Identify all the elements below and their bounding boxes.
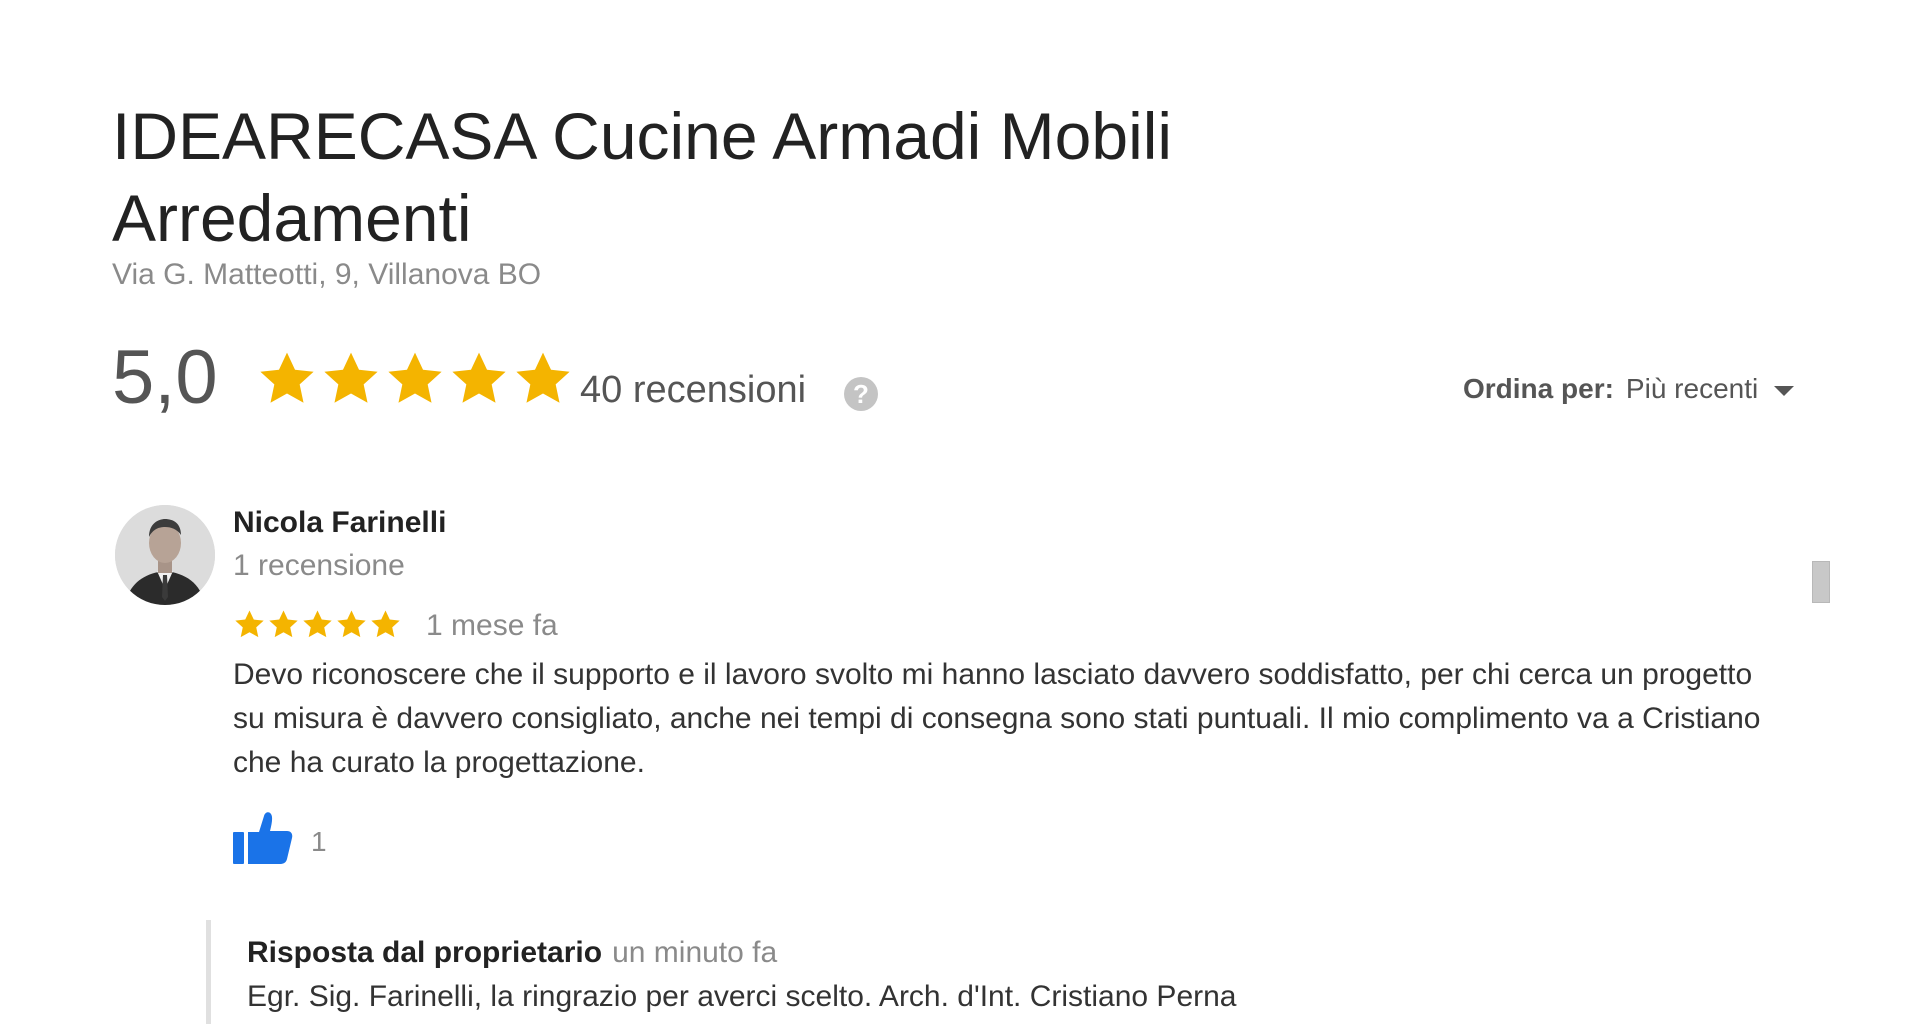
star-icon [303,610,332,638]
review-time: 1 mese fa [426,609,558,642]
person-photo-icon [115,505,215,605]
reviewer-name[interactable]: Nicola Farinelli [233,506,446,540]
review-count-link[interactable]: 40 recensioni [580,369,806,412]
reply-divider [206,920,211,1024]
star-icon [260,352,314,403]
star-icon [337,610,366,638]
like-count: 1 [311,826,327,857]
business-address: Via G. Matteotti, 9, Villanova BO [112,258,542,291]
sort-label: Ordina per: [1463,373,1614,404]
star-icon [452,352,506,403]
scrollbar-thumb[interactable] [1812,561,1830,603]
help-icon[interactable]: ? [844,377,878,411]
star-icon [388,352,442,403]
thumbs-up-icon [233,812,293,864]
caret-down-icon [1774,386,1795,396]
rating-stars [256,348,574,410]
star-icon [269,610,298,638]
business-title: IDEARECASA Cucine Armadi Mobili Arredame… [112,99,1173,255]
owner-reply-label: Risposta dal proprietario [247,936,603,969]
rating-value: 5,0 [112,335,218,420]
owner-reply-text: Egr. Sig. Farinelli, la ringrazio per av… [247,980,1237,1013]
like-button[interactable] [233,810,293,866]
star-icon [235,610,264,638]
sort-dropdown[interactable]: Ordina per: Più recenti [1463,373,1795,405]
star-icon [516,352,570,403]
sort-value: Più recenti [1625,373,1759,404]
review-stars [233,608,402,641]
review-text: Devo riconoscere che il supporto e il la… [233,658,1761,779]
star-icon [371,610,400,638]
reviewer-review-count: 1 recensione [233,549,405,582]
owner-reply-header: Risposta dal proprietario un minuto fa [247,936,777,970]
avatar[interactable] [115,505,215,605]
star-icon [324,352,378,403]
owner-reply-time: un minuto fa [612,936,778,969]
